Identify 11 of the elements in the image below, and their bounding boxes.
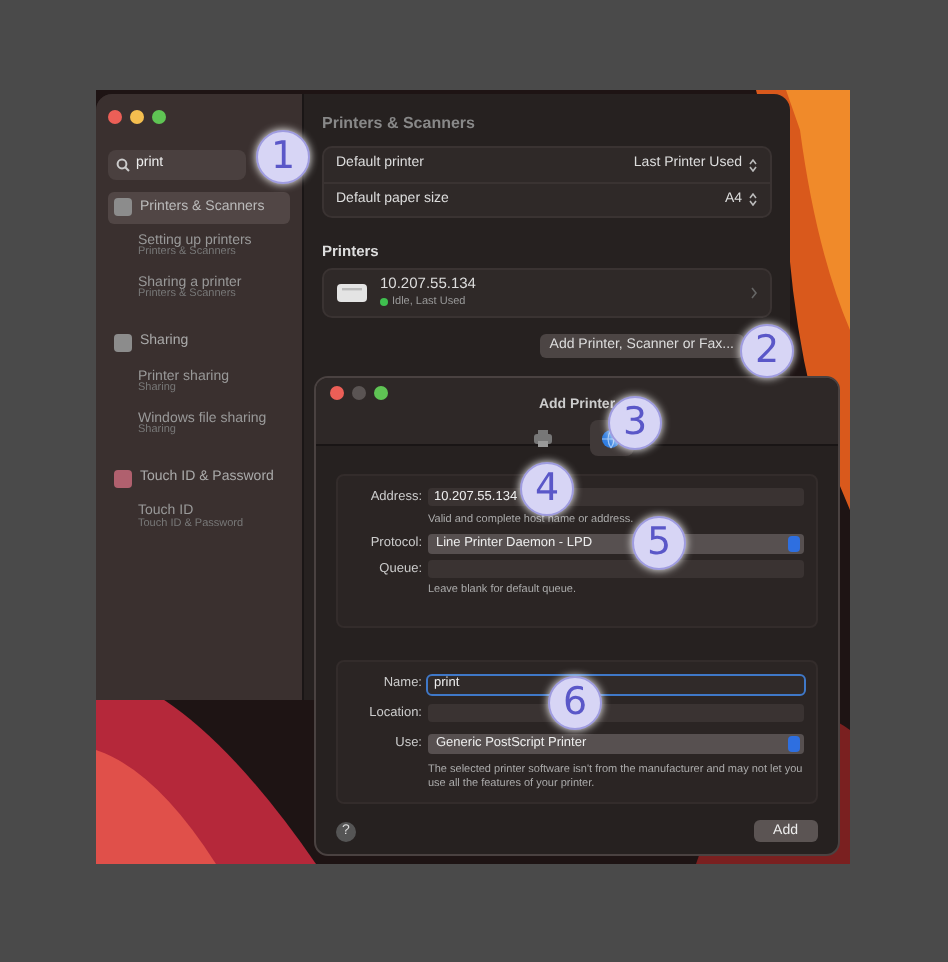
zoom-button[interactable] (152, 110, 166, 124)
close-button[interactable] (330, 386, 344, 400)
chevron-icon (750, 286, 758, 300)
zoom-button[interactable] (374, 386, 388, 400)
printer-icon (532, 427, 554, 449)
search-icon (116, 157, 130, 172)
input-field[interactable] (428, 560, 804, 578)
close-button[interactable] (108, 110, 122, 124)
page-title: Printers & Scanners (322, 112, 477, 136)
minimize-button[interactable] (130, 110, 144, 124)
printer-icon (336, 282, 368, 304)
